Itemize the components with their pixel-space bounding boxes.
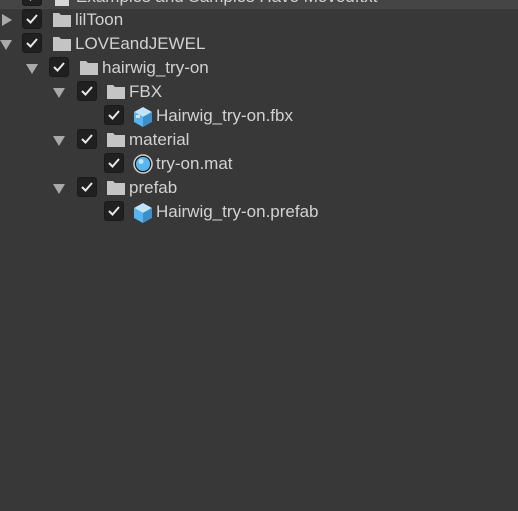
include-checkbox[interactable] [104,153,124,173]
folder-icon [52,10,72,30]
folder-icon [52,34,72,54]
tree-item-label: Hairwig_try-on.prefab [156,202,319,221]
include-checkbox[interactable] [22,9,42,29]
tree-row-hairwig-try-on[interactable]: hairwig_try-on [0,56,518,80]
text-file-icon [52,0,72,7]
tree-item-label: Hairwig_try-on.fbx [156,106,293,125]
tree-item-label: LOVEandJEWEL [75,34,206,53]
tree-item-label: FBX [129,82,163,101]
foldout-arrow-expanded[interactable] [53,88,65,98]
include-checkbox[interactable] [22,0,42,6]
tree-row-try-on-mat[interactable]: try-on.mat [0,152,518,176]
foldout-arrow-expanded[interactable] [26,64,38,74]
model-cube-icon [132,106,152,127]
include-checkbox[interactable] [104,105,124,125]
tree-item-label: material [129,130,190,149]
tree-item-label: prefab [129,178,178,197]
include-checkbox[interactable] [77,81,97,101]
include-checkbox[interactable] [77,177,97,197]
foldout-arrow-expanded[interactable] [53,136,65,146]
asset-tree: Examples and Samples Have Moved.txt lilT… [0,0,518,511]
tree-item-label: hairwig_try-on [102,58,209,77]
tree-row-hairwig-prefab[interactable]: Hairwig_try-on.prefab [0,200,518,224]
include-checkbox[interactable] [104,201,124,221]
foldout-arrow-collapsed[interactable] [2,14,12,26]
material-sphere-icon [133,154,153,174]
folder-icon [79,58,99,78]
tree-row-material[interactable]: material [0,128,518,152]
foldout-arrow-expanded[interactable] [53,184,65,194]
tree-item-label: lilToon [75,10,124,29]
prefab-cube-icon [132,202,152,223]
tree-row-hairwig-fbx[interactable]: Hairwig_try-on.fbx [0,104,518,128]
foldout-arrow-expanded[interactable] [0,40,12,50]
tree-row-liltoon[interactable]: lilToon [0,8,518,32]
include-checkbox[interactable] [49,57,69,77]
include-checkbox[interactable] [22,33,42,53]
tree-row-loveandjewel[interactable]: LOVEandJEWEL [0,32,518,56]
folder-icon [106,130,126,150]
tree-row-prefab[interactable]: prefab [0,176,518,200]
tree-item-label: try-on.mat [156,154,233,173]
folder-icon [106,82,126,102]
include-checkbox[interactable] [77,129,97,149]
folder-icon [106,178,126,198]
tree-row-fbx[interactable]: FBX [0,80,518,104]
